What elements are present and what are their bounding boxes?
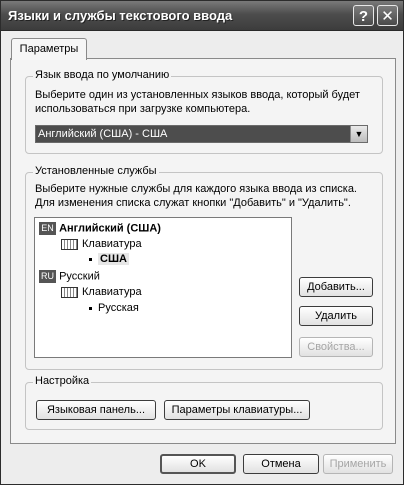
properties-button[interactable]: Свойства... <box>299 337 373 357</box>
services-tree[interactable]: EN Английский (США) Клавиатура США RU Ру… <box>34 217 292 358</box>
language-name: Английский (США) <box>59 222 161 235</box>
bullet-icon <box>89 257 92 261</box>
tree-item-language-ru[interactable]: RU Русский <box>39 270 100 283</box>
keyboard-icon <box>61 286 78 298</box>
tab-parameters[interactable]: Параметры <box>11 38 87 60</box>
layout-label: Русская <box>98 302 139 314</box>
keyboard-icon <box>61 238 78 250</box>
installed-services-description-1: Выберите нужные службы для каждого языка… <box>35 183 357 195</box>
chevron-down-icon[interactable]: ▼ <box>350 126 367 142</box>
bullet-icon <box>89 306 92 310</box>
default-language-select[interactable]: Английский (США) - США ▼ <box>35 125 368 143</box>
settings-group-label: Настройка <box>33 375 92 387</box>
title-bar[interactable]: Языки и службы текстового ввода ? ✕ <box>1 1 403 31</box>
tree-item-layout[interactable]: Русская <box>89 302 139 314</box>
layout-label: США <box>98 253 129 265</box>
keyboard-settings-button[interactable]: Параметры клавиатуры... <box>164 400 310 420</box>
close-button[interactable]: ✕ <box>377 5 398 26</box>
dialog-window: Языки и службы текстового ввода ? ✕ Пара… <box>0 0 404 485</box>
help-button[interactable]: ? <box>353 5 374 26</box>
window-title: Языки и службы текстового ввода <box>8 8 233 23</box>
language-bar-button[interactable]: Языковая панель... <box>36 400 156 420</box>
category-label: Клавиатура <box>82 286 142 298</box>
tree-item-category[interactable]: Клавиатура <box>61 286 142 298</box>
remove-button[interactable]: Удалить <box>299 306 373 326</box>
installed-services-group-label: Установленные службы <box>33 165 159 177</box>
apply-button[interactable]: Применить <box>323 454 393 474</box>
ok-button[interactable]: OK <box>160 454 236 474</box>
default-language-description-2: использоваться при загрузке компьютера. <box>35 103 251 115</box>
installed-services-description-2: Для изменения списка служат кнопки "Доба… <box>35 197 351 209</box>
default-language-description-1: Выберите один из установленных языков вв… <box>35 89 360 101</box>
default-language-selected-value: Английский (США) - США <box>38 128 168 140</box>
add-button[interactable]: Добавить... <box>299 277 373 297</box>
language-name: Русский <box>59 270 100 283</box>
default-language-group-label: Язык ввода по умолчанию <box>33 69 172 81</box>
language-badge-icon: EN <box>39 222 56 235</box>
tree-item-layout[interactable]: США <box>89 253 129 265</box>
language-badge-icon: RU <box>39 270 56 283</box>
tree-item-category[interactable]: Клавиатура <box>61 238 142 250</box>
tree-item-language-en[interactable]: EN Английский (США) <box>39 222 161 235</box>
category-label: Клавиатура <box>82 238 142 250</box>
cancel-button[interactable]: Отмена <box>243 454 319 474</box>
